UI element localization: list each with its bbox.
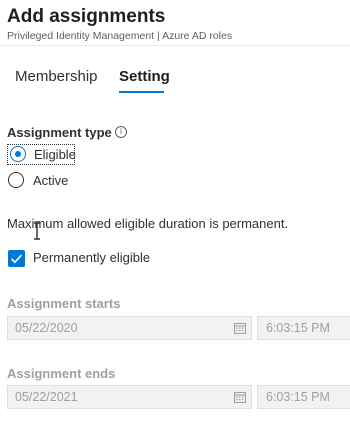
text-cursor-icon — [34, 222, 40, 240]
assignment-starts-date-value: 05/22/2020 — [15, 321, 78, 335]
page-title: Add assignments — [7, 6, 166, 27]
radio-active-label: Active — [33, 173, 69, 188]
assignment-ends-time-value: 6:03:15 PM — [266, 390, 330, 404]
assignment-starts-time-field[interactable]: 6:03:15 PM — [257, 316, 350, 340]
tab-membership[interactable]: Membership — [15, 68, 98, 85]
assignment-type-label: Assignment type — [7, 125, 112, 140]
assignment-ends-label: Assignment ends — [7, 366, 116, 381]
radio-eligible[interactable]: Eligible — [7, 144, 76, 165]
calendar-icon[interactable] — [234, 391, 246, 403]
info-icon[interactable]: i — [115, 126, 127, 138]
tab-setting[interactable]: Setting — [119, 68, 170, 85]
duration-info-text: Maximum allowed eligible duration is per… — [7, 216, 289, 231]
assignment-starts-date-field[interactable]: 05/22/2020 — [7, 316, 252, 340]
permanently-eligible-label: Permanently eligible — [33, 250, 151, 265]
tab-selected-indicator — [119, 91, 164, 93]
header-divider — [0, 45, 350, 46]
radio-eligible-indicator — [10, 146, 26, 162]
radio-eligible-label: Eligible — [34, 147, 76, 162]
radio-selected-dot — [14, 150, 21, 157]
checkbox-box — [8, 250, 25, 267]
calendar-icon[interactable] — [234, 322, 246, 334]
radio-active-indicator — [8, 172, 24, 188]
assignment-ends-time-field[interactable]: 6:03:15 PM — [257, 385, 350, 409]
page-subtitle: Privileged Identity Management | Azure A… — [7, 30, 233, 42]
checkmark-icon — [10, 254, 23, 264]
assignment-starts-time-value: 6:03:15 PM — [266, 321, 330, 335]
assignment-starts-label: Assignment starts — [7, 296, 121, 311]
assignment-ends-date-field[interactable]: 05/22/2021 — [7, 385, 252, 409]
assignment-ends-date-value: 05/22/2021 — [15, 390, 78, 404]
radio-active[interactable]: Active — [7, 171, 77, 191]
